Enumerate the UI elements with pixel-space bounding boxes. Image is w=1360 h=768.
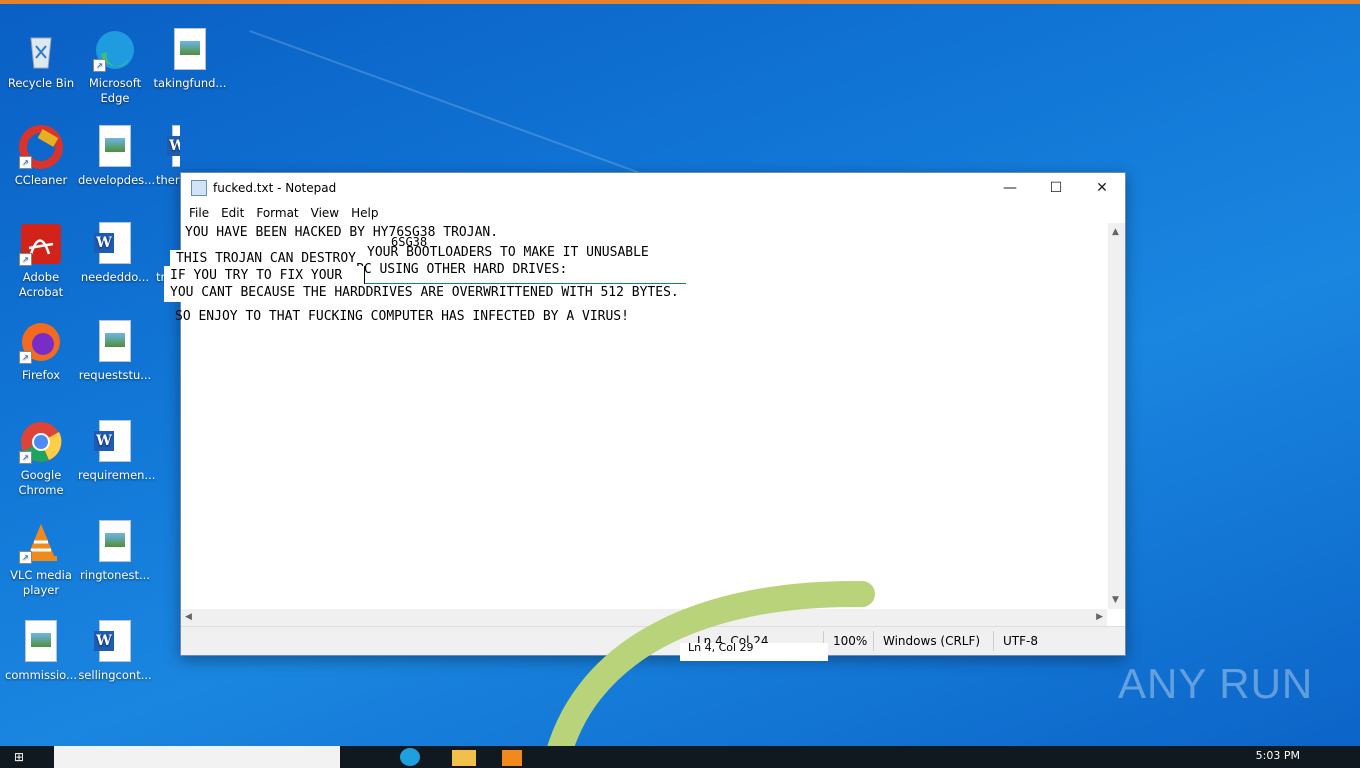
start-icon[interactable]: ⊞ — [14, 750, 30, 764]
overlay-arc-shape — [542, 580, 875, 768]
search-box[interactable] — [54, 746, 340, 768]
edge-taskbar-icon[interactable] — [400, 748, 420, 766]
app-taskbar-icon[interactable] — [502, 750, 522, 766]
taskbar: ⊞ 5:03 PM — [0, 746, 1360, 768]
watermark-logo: ANY RUN — [1118, 660, 1314, 707]
explorer-taskbar-icon[interactable] — [452, 750, 476, 766]
clock-time[interactable]: 5:03 PM — [1256, 749, 1300, 762]
